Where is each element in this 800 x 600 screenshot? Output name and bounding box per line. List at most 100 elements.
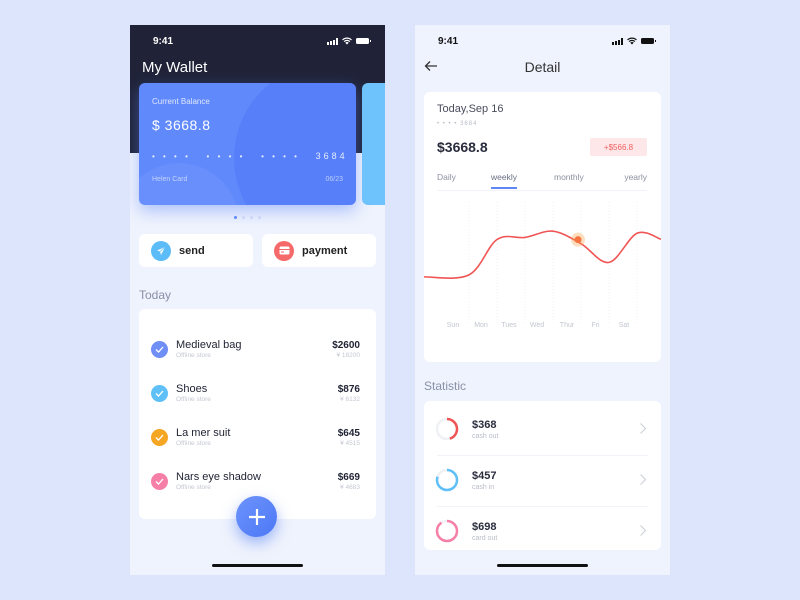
card-number: • • • • • • • • • • • • 3684 bbox=[152, 151, 348, 161]
highlight-point[interactable] bbox=[574, 236, 582, 244]
check-icon bbox=[151, 341, 168, 358]
section-statistic: Statistic bbox=[424, 379, 467, 393]
check-icon bbox=[151, 473, 168, 490]
masked-group: • • • • bbox=[261, 152, 300, 161]
transaction-amount: $645 bbox=[337, 428, 360, 439]
stat-label: cash out bbox=[472, 433, 499, 440]
carousel-dot[interactable] bbox=[258, 216, 261, 219]
balance-label: Current Balance bbox=[152, 97, 210, 106]
series-line bbox=[424, 230, 661, 279]
send-button[interactable]: send bbox=[139, 234, 253, 267]
transaction-row[interactable]: La mer suit Offline store $645 ¥ 4515 bbox=[151, 425, 360, 455]
wallet-screen: 9:41 My Wallet Current Balance $ 3668.8 … bbox=[130, 25, 385, 575]
tab-monthly[interactable]: monthly bbox=[554, 172, 584, 182]
check-icon bbox=[151, 429, 168, 446]
balance-card[interactable]: Current Balance $ 3668.8 • • • • • • • •… bbox=[139, 83, 356, 205]
tab-weekly[interactable]: weekly bbox=[491, 172, 517, 189]
tab-yearly[interactable]: yearly bbox=[624, 172, 647, 182]
stat-row-card-out[interactable]: $698 card out bbox=[424, 506, 661, 556]
transaction-amount: $2600 bbox=[332, 340, 360, 351]
signal-icon bbox=[612, 37, 623, 45]
section-today: Today bbox=[139, 288, 172, 302]
add-button[interactable] bbox=[236, 496, 277, 537]
transaction-cny: ¥ 4515 bbox=[340, 440, 360, 447]
status-bar: 9:41 bbox=[130, 25, 385, 57]
chevron-right-icon bbox=[640, 423, 647, 434]
carousel-dot[interactable] bbox=[250, 216, 253, 219]
card-decoration bbox=[234, 83, 356, 205]
x-tick-label: Tues bbox=[501, 322, 517, 329]
transaction-row[interactable]: Shoes Offline store $876 ¥ 6132 bbox=[151, 381, 360, 411]
transaction-row[interactable]: Medieval bag Offline store $2600 ¥ 18200 bbox=[151, 337, 360, 367]
chevron-right-icon bbox=[640, 474, 647, 485]
transaction-name: Nars eye shadow bbox=[176, 471, 261, 483]
next-card-peek[interactable] bbox=[362, 83, 385, 205]
transaction-list: Medieval bag Offline store $2600 ¥ 18200… bbox=[139, 309, 376, 519]
transaction-store: Offline store bbox=[176, 484, 211, 491]
transaction-name: Medieval bag bbox=[176, 339, 242, 351]
statistic-list: $368 cash out $457 cash in $698 card out bbox=[424, 401, 661, 550]
transaction-store: Offline store bbox=[176, 440, 211, 447]
transaction-cny: ¥ 4683 bbox=[340, 484, 360, 491]
card-holder: Helen Card bbox=[152, 176, 188, 183]
plus-icon bbox=[248, 508, 265, 525]
card-icon bbox=[274, 240, 294, 261]
transaction-name: Shoes bbox=[176, 383, 208, 395]
page-title: My Wallet bbox=[142, 59, 208, 76]
progress-ring bbox=[435, 519, 459, 543]
payment-button[interactable]: payment bbox=[262, 234, 376, 267]
transaction-amount: $669 bbox=[337, 472, 360, 483]
transaction-row[interactable]: Nars eye shadow Offline store $669 ¥ 468… bbox=[151, 469, 360, 499]
home-indicator[interactable] bbox=[497, 564, 588, 567]
detail-screen: 9:41 Detail Today,Sep 16 • • • • 3684 $3… bbox=[415, 25, 670, 575]
stat-value: $368 bbox=[472, 419, 497, 431]
x-tick-label: Thur bbox=[560, 322, 575, 329]
progress-ring bbox=[435, 468, 459, 492]
send-label: send bbox=[179, 244, 205, 257]
card-number: • • • • 3684 bbox=[437, 121, 478, 127]
paper-plane-icon bbox=[151, 240, 171, 261]
battery-icon bbox=[641, 38, 656, 44]
summary-panel: Today,Sep 16 • • • • 3684 $3668.8 +$566.… bbox=[424, 92, 661, 362]
carousel-dot[interactable] bbox=[242, 216, 245, 219]
home-indicator[interactable] bbox=[212, 564, 303, 567]
battery-icon bbox=[356, 38, 371, 44]
page-title: Detail bbox=[524, 59, 561, 75]
transaction-name: La mer suit bbox=[176, 427, 231, 439]
x-tick-label: Fri bbox=[591, 322, 600, 329]
signal-icon bbox=[327, 37, 338, 45]
weekly-line-chart: Sun Mon Tues Wed Thur Fri Sat bbox=[424, 202, 661, 329]
stat-value: $698 bbox=[472, 521, 497, 533]
transaction-cny: ¥ 6132 bbox=[340, 396, 360, 403]
status-time: 9:41 bbox=[153, 35, 174, 47]
transaction-store: Offline store bbox=[176, 352, 211, 359]
stat-row-cash-out[interactable]: $368 cash out bbox=[424, 404, 661, 454]
wifi-icon bbox=[342, 37, 352, 45]
change-badge: +$566.8 bbox=[590, 138, 647, 156]
stat-row-cash-in[interactable]: $457 cash in bbox=[424, 455, 661, 505]
period-tabs: Daily weekly monthly yearly bbox=[437, 172, 647, 191]
status-time: 9:41 bbox=[438, 35, 459, 47]
stat-value: $457 bbox=[472, 470, 497, 482]
x-tick-label: Sun bbox=[447, 322, 460, 329]
masked-group: • • • • bbox=[152, 152, 191, 161]
transaction-cny: ¥ 18200 bbox=[336, 352, 361, 359]
payment-label: payment bbox=[302, 244, 348, 257]
card-last4: 3684 bbox=[315, 151, 348, 161]
progress-ring bbox=[435, 417, 459, 441]
chevron-right-icon bbox=[640, 525, 647, 536]
check-icon bbox=[151, 385, 168, 402]
transaction-store: Offline store bbox=[176, 396, 211, 403]
status-bar: 9:41 bbox=[415, 25, 670, 57]
carousel-dot[interactable] bbox=[234, 216, 237, 219]
x-tick-label: Sat bbox=[619, 322, 630, 329]
total-amount: $3668.8 bbox=[437, 139, 488, 155]
card-expiry: 06/23 bbox=[325, 176, 343, 183]
tab-daily[interactable]: Daily bbox=[437, 172, 456, 182]
date-label: Today,Sep 16 bbox=[437, 103, 504, 115]
ring-fill bbox=[435, 519, 459, 543]
stat-label: card out bbox=[472, 535, 498, 542]
stat-label: cash in bbox=[472, 484, 495, 491]
wifi-icon bbox=[627, 37, 637, 45]
carousel-indicator bbox=[234, 216, 261, 219]
